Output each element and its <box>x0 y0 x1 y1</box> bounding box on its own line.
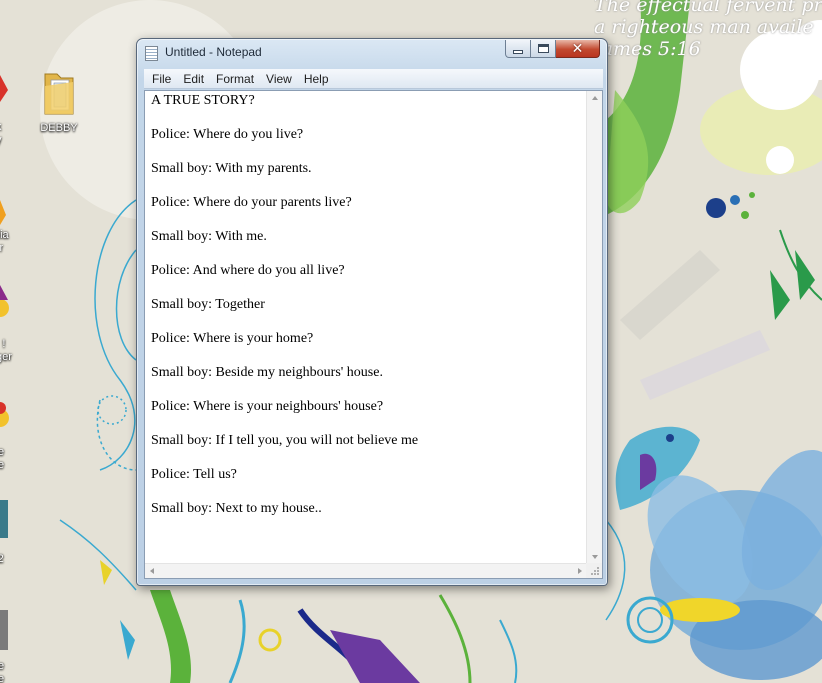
verse-line: The effectual fervent pr <box>594 0 822 16</box>
menu-help[interactable]: Help <box>298 70 335 88</box>
wallpaper-right-art <box>605 0 822 680</box>
menu-format[interactable]: Format <box>210 70 260 88</box>
desktop-icon-label: ! <box>2 338 6 350</box>
desktop-icon-debby[interactable]: DEBBY <box>34 68 84 135</box>
desktop-icon-label: -2 <box>0 553 4 565</box>
desktop-icon-partial[interactable]: dia r <box>0 229 9 255</box>
desktop-icon-partial[interactable]: -2 <box>0 553 4 566</box>
text-line: Small boy: If I tell you, you will not b… <box>151 433 419 448</box>
minimize-button[interactable] <box>505 40 531 58</box>
editor-area[interactable]: A TRUE STORY? Police: Where do you live?… <box>144 90 603 579</box>
close-icon: ✕ <box>571 40 584 57</box>
menu-file[interactable]: File <box>146 70 177 88</box>
window-title: Untitled - Notepad <box>165 45 262 59</box>
text-line: Police: And where do you all live? <box>151 263 345 278</box>
desktop-icon-label: y <box>0 134 2 147</box>
text-line: A TRUE STORY? <box>151 93 255 108</box>
close-button[interactable]: ✕ <box>556 40 600 58</box>
text-line: Small boy: With my parents. <box>151 161 312 176</box>
text-line: Small boy: Together <box>151 297 265 312</box>
desktop-icon-label: e <box>0 673 5 683</box>
maximize-button[interactable] <box>531 40 556 58</box>
text-line: Police: Where do you live? <box>151 127 304 142</box>
menu-bar: File Edit Format View Help <box>144 69 603 89</box>
text-line: Small boy: Next to my house.. <box>151 501 322 516</box>
caption-buttons: ✕ <box>505 40 600 58</box>
horizontal-scrollbar[interactable] <box>145 563 587 578</box>
text-line: Police: Where do your parents live? <box>151 195 352 210</box>
desktop-icon-label: e <box>0 446 5 458</box>
text-line: Police: Where is your home? <box>151 331 314 346</box>
desktop-icon-label: ger <box>0 351 12 363</box>
title-bar[interactable]: Untitled - Notepad ✕ <box>137 39 607 67</box>
desktop-icon-partial[interactable]: e e <box>0 660 4 683</box>
text-line: Police: Tell us? <box>151 467 237 482</box>
notepad-icon <box>145 46 158 61</box>
menu-view[interactable]: View <box>260 70 298 88</box>
desktop-icon-label: dia <box>0 229 9 241</box>
resize-grip-icon[interactable] <box>586 563 602 578</box>
text-content[interactable]: A TRUE STORY? Police: Where do you live?… <box>145 91 587 564</box>
verse-line: James 5:16 <box>594 38 701 60</box>
desktop-icon-partial[interactable]: k y <box>0 121 2 147</box>
desktop-icon-partial[interactable]: e e <box>0 446 4 472</box>
desktop-icon-label: e <box>0 459 5 471</box>
folder-icon <box>44 73 74 115</box>
text-line: Small boy: Beside my neighbours' house. <box>151 365 383 380</box>
text-line: Small boy: With me. <box>151 229 267 244</box>
scroll-down-icon[interactable] <box>592 555 598 559</box>
maximize-icon <box>537 44 549 53</box>
desktop-icon-label: DEBBY <box>40 122 78 134</box>
desktop-icon-partial[interactable]: ! ger <box>0 338 12 364</box>
desktop-icon-label: r <box>0 242 4 254</box>
desktop-icon-label: k <box>0 121 2 134</box>
notepad-window[interactable]: Untitled - Notepad ✕ File Edit Format Vi… <box>136 38 608 586</box>
scroll-right-icon[interactable] <box>578 568 582 574</box>
scroll-up-icon[interactable] <box>592 96 598 100</box>
menu-edit[interactable]: Edit <box>177 70 210 88</box>
text-line: Police: Where is your neighbours' house? <box>151 399 384 414</box>
scroll-left-icon[interactable] <box>150 568 154 574</box>
verse-line: a righteous man availe <box>594 16 814 38</box>
vertical-scrollbar[interactable] <box>586 91 602 564</box>
size-grip-dots <box>591 567 599 575</box>
wallpaper-verse: The effectual fervent pr a righteous man… <box>594 0 822 60</box>
minimize-icon <box>513 49 523 54</box>
wallpaper-swirls-left <box>59 199 137 591</box>
desktop-icon-label: e <box>0 660 5 672</box>
